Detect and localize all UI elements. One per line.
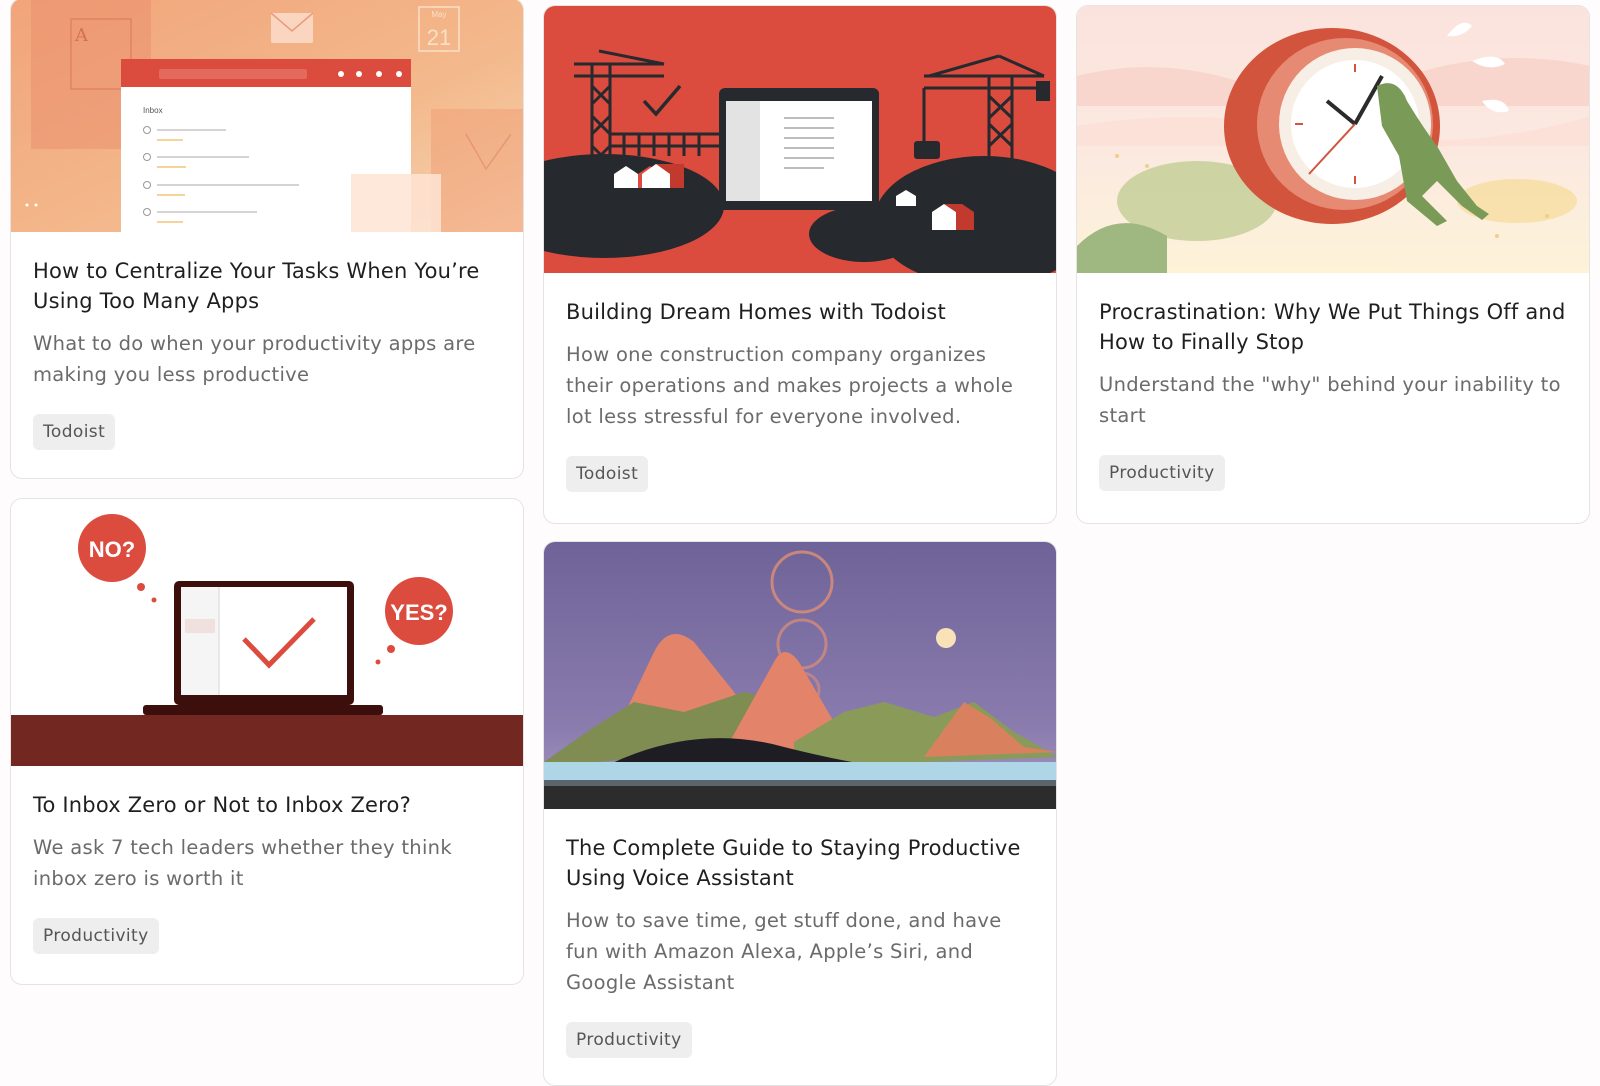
svg-text:A: A: [74, 25, 89, 46]
category-tag[interactable]: Todoist: [566, 456, 649, 492]
category-tag[interactable]: Productivity: [33, 918, 159, 954]
calendar-day: 21: [427, 25, 451, 50]
article-thumbnail[interactable]: NO? YES?: [11, 499, 523, 766]
article-title[interactable]: How to Centralize Your Tasks When You’re…: [33, 256, 501, 316]
article-thumbnail[interactable]: [544, 542, 1056, 809]
article-excerpt: Understand the "why" behind your inabili…: [1099, 373, 1561, 427]
article-excerpt: What to do when your productivity apps a…: [33, 332, 476, 386]
article-card-dream-homes[interactable]: Building Dream Homes with Todoist How on…: [543, 5, 1057, 524]
calendar-month: May: [431, 10, 446, 19]
article-title[interactable]: To Inbox Zero or Not to Inbox Zero?: [33, 790, 501, 820]
article-card-voice-assistant[interactable]: The Complete Guide to Staying Productive…: [543, 541, 1057, 1086]
no-bubble-label: NO?: [89, 537, 135, 562]
app-inbox-title: Inbox: [143, 106, 163, 115]
article-card-centralize-tasks[interactable]: A May 21 Inbox How to Centralize Your Ta…: [10, 0, 524, 479]
article-excerpt: How one construction company organizes t…: [566, 343, 1014, 428]
article-thumbnail[interactable]: A May 21 Inbox: [11, 0, 523, 232]
article-card-procrastination[interactable]: Procrastination: Why We Put Things Off a…: [1076, 5, 1590, 524]
yes-bubble-label: YES?: [390, 600, 447, 625]
category-tag[interactable]: Todoist: [33, 414, 116, 450]
category-tag[interactable]: Productivity: [566, 1022, 692, 1058]
article-excerpt: We ask 7 tech leaders whether they think…: [33, 836, 452, 890]
article-thumbnail[interactable]: [544, 6, 1056, 273]
article-excerpt: How to save time, get stuff done, and ha…: [566, 909, 1002, 994]
article-thumbnail[interactable]: [1077, 6, 1589, 273]
category-tag[interactable]: Productivity: [1099, 455, 1225, 491]
article-card-inbox-zero[interactable]: NO? YES? To Inbox Zero or Not to Inbox Z…: [10, 498, 524, 985]
article-title[interactable]: Building Dream Homes with Todoist: [566, 297, 1034, 327]
article-title[interactable]: Procrastination: Why We Put Things Off a…: [1099, 297, 1567, 357]
article-title[interactable]: The Complete Guide to Staying Productive…: [566, 833, 1034, 893]
